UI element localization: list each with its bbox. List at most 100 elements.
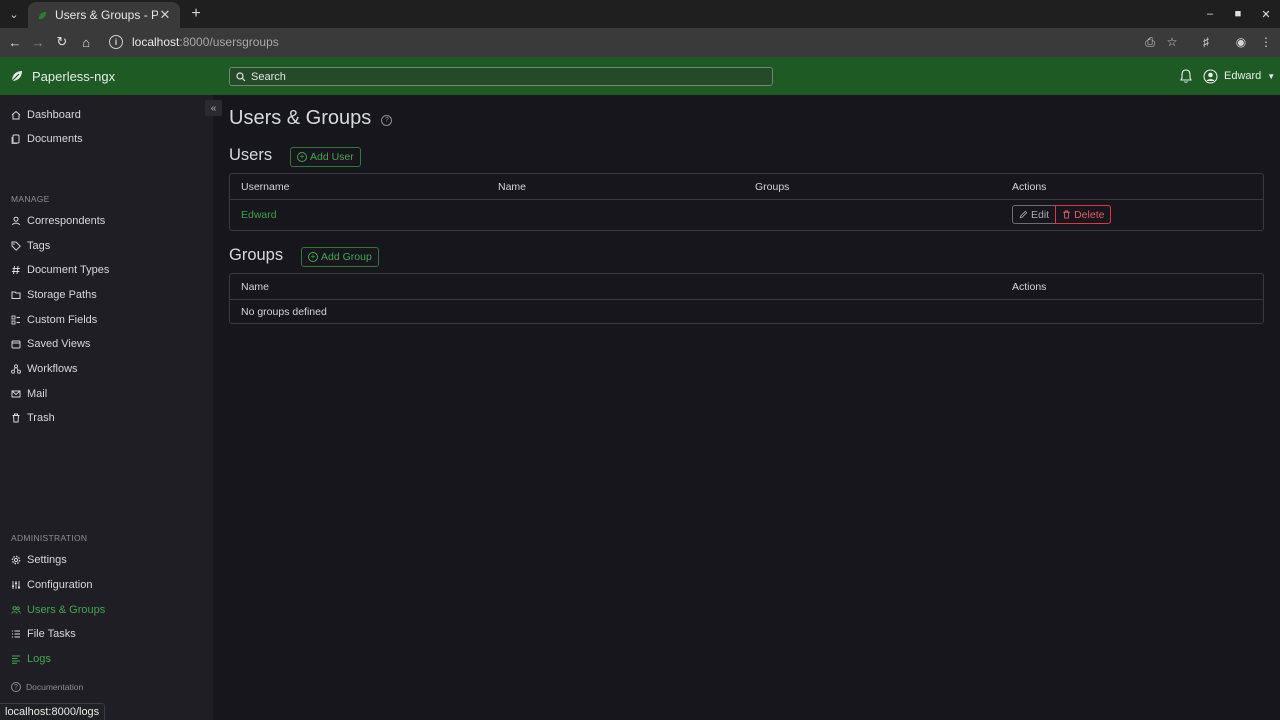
leaf-favicon-icon [36, 9, 48, 21]
add-group-label: Add Group [321, 251, 372, 263]
sidebar-item-label: Logs [27, 653, 51, 665]
delete-label: Delete [1074, 208, 1105, 221]
manage-heading: MANAGE [11, 194, 50, 204]
sidebar-item-label: Correspondents [27, 215, 106, 227]
sidebar-item-label: Workflows [27, 363, 78, 375]
sliders-icon [12, 581, 20, 589]
person-icon [12, 216, 20, 226]
sidebar-item-label: File Tasks [27, 628, 76, 640]
edit-user-button[interactable]: Edit [1012, 205, 1057, 224]
browser-toolbar: ← → ↻ ⌂ i localhost:8000/usersgroups ⎙ ☆… [0, 28, 1280, 57]
tab-search-button[interactable]: ⌄ [4, 4, 24, 24]
user-username-link[interactable]: Edward [241, 200, 277, 230]
page-title: Users & Groups ? [229, 107, 393, 130]
caret-down-icon: ▼ [1267, 71, 1276, 81]
sidebar-item-label: Users & Groups [27, 604, 106, 616]
house-icon [11, 110, 21, 120]
sidebar-item-label: Documents [27, 133, 83, 145]
browser-tab[interactable]: Users & Groups - Paperless-ngx ✕ [28, 2, 180, 28]
leaf-logo-icon [11, 71, 22, 82]
tag-icon [11, 241, 21, 251]
new-tab-button[interactable]: + [186, 4, 206, 24]
folder-icon [11, 291, 21, 299]
sidebar-item-label: Tags [27, 240, 51, 252]
sidebar-item-saved-views[interactable]: Saved Views [0, 333, 213, 355]
diagram-icon [11, 364, 21, 374]
sidebar-item-trash[interactable]: Trash [0, 407, 213, 429]
trash-icon [1063, 210, 1070, 219]
hash-icon [12, 265, 20, 275]
groups-table: Name Actions No groups defined [229, 273, 1264, 324]
user-name: Edward [1224, 70, 1262, 82]
add-group-button[interactable]: + Add Group [301, 247, 379, 267]
sidebar-item-storage-paths[interactable]: Storage Paths [0, 284, 213, 306]
sidebar-item-custom-fields[interactable]: Custom Fields [0, 309, 213, 331]
minimize-button[interactable]: – [1196, 0, 1224, 28]
extensions-icon[interactable]: ♯ [1196, 32, 1216, 52]
column-header-actions: Actions [1012, 181, 1047, 193]
sidebar-item-label: Document Types [27, 264, 110, 276]
files-icon [11, 134, 20, 144]
sidebar-item-correspondents[interactable]: Correspondents [0, 210, 213, 232]
window-stack-icon [11, 340, 21, 349]
sidebar-item-configuration[interactable]: Configuration [0, 574, 213, 596]
header-divider [230, 199, 1263, 200]
sidebar-item-label: Configuration [27, 579, 93, 591]
sidebar-item-label: Saved Views [27, 338, 91, 350]
plus-circle-icon: + [297, 152, 307, 162]
sidebar-item-settings[interactable]: Settings [0, 549, 213, 571]
maximize-button[interactable]: ■ [1224, 0, 1252, 28]
back-button[interactable]: ← [5, 32, 25, 52]
text-left-icon [12, 655, 20, 664]
column-header-name: Name [241, 281, 270, 293]
sidebar-item-documents[interactable]: Documents [0, 128, 213, 150]
status-url-tooltip: localhost:8000/logs [0, 703, 106, 720]
search-icon [236, 71, 246, 81]
sidebar-item-dashboard[interactable]: Dashboard [0, 104, 213, 126]
column-header-username: Username [241, 181, 290, 193]
tab-close-icon[interactable]: ✕ [158, 7, 172, 23]
add-user-label: Add User [310, 151, 354, 163]
user-menu[interactable]: Edward ▼ [1203, 57, 1275, 95]
ui-radios-icon [11, 315, 20, 325]
column-header-actions: Actions [1012, 281, 1047, 293]
reload-button[interactable]: ↻ [52, 32, 72, 52]
install-app-icon[interactable]: ⎙ [1140, 32, 1160, 52]
brand-name: Paperless-ngx [32, 68, 116, 84]
home-button[interactable]: ⌂ [76, 32, 96, 52]
profile-icon[interactable]: ◉ [1231, 32, 1251, 52]
forward-button[interactable]: → [28, 32, 48, 52]
browser-menu-icon[interactable]: ⋮ [1256, 32, 1276, 52]
sidebar-item-document-types[interactable]: Document Types [0, 259, 213, 281]
add-user-button[interactable]: + Add User [290, 147, 361, 167]
global-search[interactable] [229, 67, 773, 86]
sidebar-item-mail[interactable]: Mail [0, 383, 213, 405]
bell-icon[interactable] [1178, 68, 1194, 84]
search-input[interactable] [251, 70, 731, 83]
users-table: Username Name Groups Actions Edward Edit… [229, 173, 1264, 231]
plus-circle-icon: + [308, 252, 318, 262]
sidebar-item-label: Mail [27, 388, 48, 400]
browser-tabstrip: ⌄ Users & Groups - Paperless-ngx ✕ + – ■… [0, 0, 1280, 28]
documentation-link[interactable]: ? Documentation [11, 682, 83, 692]
sidebar-item-logs[interactable]: Logs [0, 648, 213, 670]
site-info-icon[interactable]: i [109, 35, 123, 49]
pencil-icon [1019, 210, 1028, 219]
sidebar-item-file-tasks[interactable]: File Tasks [0, 623, 213, 645]
list-task-icon [12, 630, 20, 638]
question-circle-icon: ? [11, 682, 21, 692]
bookmark-star-icon[interactable]: ☆ [1162, 32, 1182, 52]
url-text: localhost:8000/usersgroups [132, 35, 279, 49]
sidebar-item-workflows[interactable]: Workflows [0, 358, 213, 380]
delete-user-button[interactable]: Delete [1055, 205, 1112, 224]
sidebar-item-users-groups[interactable]: Users & Groups [0, 599, 213, 621]
brand[interactable]: Paperless-ngx [10, 57, 115, 95]
help-icon[interactable]: ? [381, 114, 393, 126]
sidebar-item-tags[interactable]: Tags [0, 235, 213, 257]
sidebar-item-label: Custom Fields [27, 314, 98, 326]
tab-title: Users & Groups - Paperless-ngx [55, 8, 158, 22]
gear-icon [11, 555, 21, 565]
close-window-button[interactable]: ✕ [1252, 0, 1280, 28]
users-heading: Users [229, 146, 273, 164]
address-bar[interactable]: i localhost:8000/usersgroups [104, 31, 1134, 53]
